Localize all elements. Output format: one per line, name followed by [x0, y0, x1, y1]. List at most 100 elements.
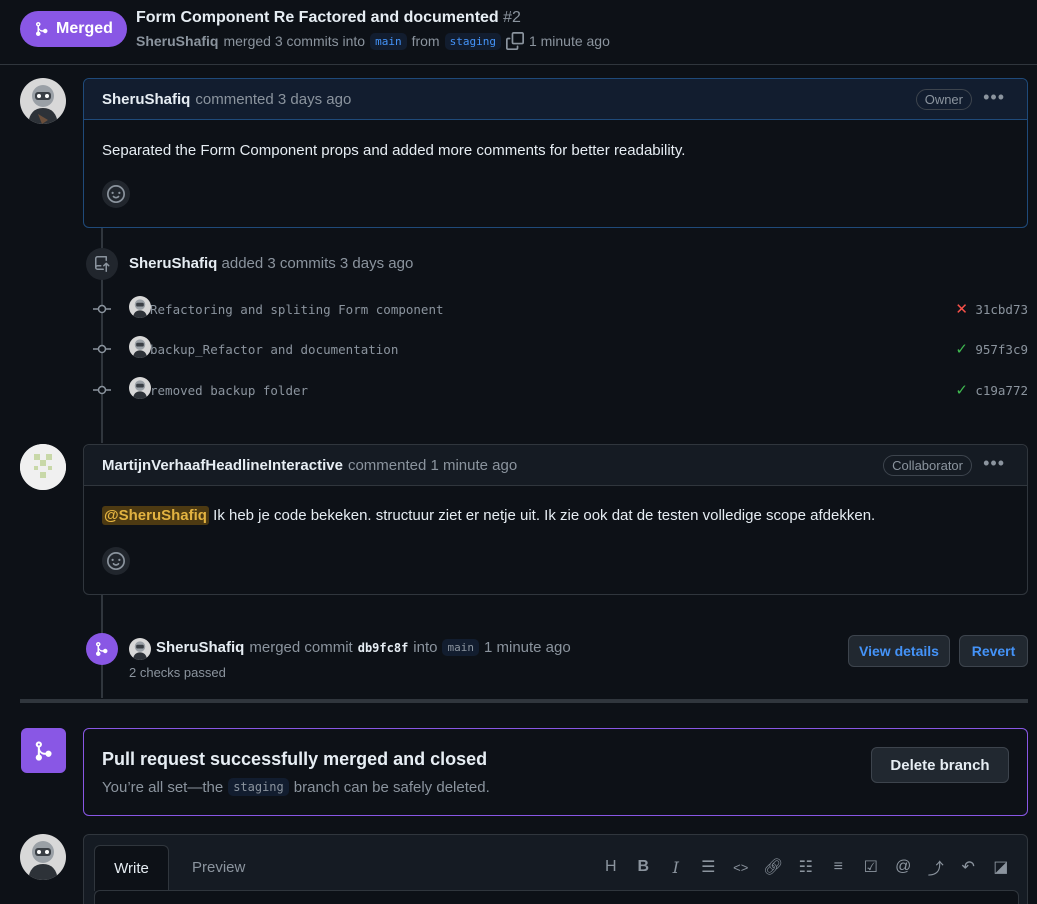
robot-avatar-icon: [20, 78, 66, 124]
merged-status-text-after: branch can be safely deleted.: [293, 778, 490, 796]
repo-push-icon: [95, 256, 110, 272]
view-details-button[interactable]: View details: [848, 635, 950, 667]
pr-merged-text: merged 3 commits into: [223, 33, 366, 49]
robot-avatar-icon: [129, 296, 151, 318]
add-reaction-button[interactable]: [102, 547, 130, 575]
push-event-icon: [86, 248, 118, 280]
avatar[interactable]: [20, 444, 66, 490]
italic-icon[interactable]: I: [660, 855, 693, 879]
ordered-list-icon[interactable]: ≡: [822, 855, 855, 879]
avatar[interactable]: [129, 638, 151, 660]
pr-subtitle: SheruShafiq merged 3 commits into main f…: [136, 32, 610, 50]
merge-event-into: into: [413, 639, 438, 656]
comment-editor: Write Preview H B I ☰ <> 🔗︎ ☷ ≡ ☑ @ ⤴ ↶ …: [83, 834, 1028, 904]
commit-sha[interactable]: 31cbd73: [975, 302, 1028, 317]
commit-row: removed backup folder ✓ c19a772: [92, 378, 1028, 402]
commit-sha[interactable]: c19a772: [975, 383, 1028, 398]
merged-state-icon: [21, 728, 66, 773]
merge-icon: [36, 22, 48, 37]
comment-card: MartijnVerhaafHeadlineInteractive commen…: [83, 444, 1028, 595]
owner-badge: Owner: [915, 89, 972, 110]
avatar[interactable]: [129, 296, 151, 318]
comment-card: SheruShafiq commented 3 days ago Owner •…: [83, 78, 1028, 228]
head-branch-label[interactable]: staging: [228, 778, 289, 796]
commit-message[interactable]: removed backup folder: [150, 383, 308, 398]
link-icon[interactable]: 🔗︎: [757, 855, 790, 879]
pr-title: Form Component Re Factored and documente…: [136, 9, 521, 27]
commits-event-text: SheruShafiq added 3 commits 3 days ago: [129, 255, 413, 272]
tab-preview[interactable]: Preview: [192, 859, 245, 876]
merge-event-author[interactable]: SheruShafiq: [156, 639, 244, 656]
collaborator-badge: Collaborator: [883, 455, 972, 476]
commit-node-icon: [92, 344, 112, 354]
merge-icon: [35, 740, 52, 761]
avatar[interactable]: [129, 336, 151, 358]
more-options-icon[interactable]: •••: [983, 453, 1005, 474]
commit-message[interactable]: backup_Refactor and documentation: [150, 342, 398, 357]
merged-status-text: You’re all set—the staging branch can be…: [102, 778, 490, 796]
merged-status-label: Merged: [56, 20, 113, 37]
commits-event-author[interactable]: SheruShafiq: [129, 255, 217, 272]
pr-author-link[interactable]: SheruShafiq: [136, 33, 218, 49]
merge-target-branch[interactable]: main: [442, 639, 479, 656]
checks-passed-text[interactable]: 2 checks passed: [129, 665, 226, 680]
commit-status-pass-icon[interactable]: ✓: [955, 381, 968, 399]
commit-row: Refactoring and spliting Form component …: [92, 297, 1028, 321]
merged-status-title: Pull request successfully merged and clo…: [102, 749, 488, 769]
comment-author[interactable]: SheruShafiq: [102, 91, 190, 108]
pr-from-text: from: [411, 33, 440, 49]
robot-avatar-icon: [129, 638, 151, 660]
pr-title-text: Form Component Re Factored and documente…: [136, 9, 499, 26]
commit-status-fail-icon[interactable]: ✕: [955, 300, 968, 318]
smiley-icon: [107, 552, 125, 570]
commit-sha[interactable]: 957f3c9: [975, 342, 1028, 357]
add-reaction-button[interactable]: [102, 180, 130, 208]
merge-commit-sha[interactable]: db9fc8f: [358, 641, 409, 655]
comment-meta[interactable]: commented 1 minute ago: [348, 457, 517, 474]
comment-meta[interactable]: commented 3 days ago: [195, 91, 351, 108]
avatar[interactable]: [129, 377, 151, 399]
avatar[interactable]: [20, 78, 66, 124]
reply-icon[interactable]: ↶: [952, 855, 985, 879]
code-icon[interactable]: <>: [725, 855, 758, 879]
merged-status-box: Pull request successfully merged and clo…: [83, 728, 1028, 816]
delete-branch-button[interactable]: Delete branch: [871, 747, 1009, 783]
timeline-divider: [20, 699, 1028, 703]
merge-event-description: merged commit: [249, 639, 353, 656]
bold-icon[interactable]: B: [627, 855, 660, 879]
base-branch-label[interactable]: main: [370, 32, 407, 50]
comment-textarea[interactable]: [94, 890, 1019, 904]
revert-button[interactable]: Revert: [959, 635, 1028, 667]
cross-reference-icon[interactable]: ⤴: [920, 855, 953, 879]
commits-event-description: added 3 commits 3 days ago: [221, 255, 414, 272]
user-mention[interactable]: @SheruShafiq: [102, 506, 209, 525]
commit-node-icon: [92, 385, 112, 395]
robot-avatar-icon: [20, 834, 66, 880]
comment-header: SheruShafiq commented 3 days ago Owner •…: [84, 79, 1027, 120]
more-options-icon[interactable]: •••: [983, 87, 1005, 108]
robot-avatar-icon: [129, 377, 151, 399]
identicon-avatar-icon: [20, 444, 66, 490]
heading-icon[interactable]: H: [595, 855, 628, 879]
unordered-list-icon[interactable]: ☷: [790, 855, 823, 879]
mention-icon[interactable]: @: [887, 855, 920, 879]
avatar[interactable]: [20, 834, 66, 880]
comment-author[interactable]: MartijnVerhaafHeadlineInteractive: [102, 457, 343, 474]
comment-text: Ik heb je code bekeken. structuur ziet e…: [208, 507, 876, 524]
copy-icon[interactable]: [505, 32, 524, 50]
task-list-icon[interactable]: ☑: [855, 855, 888, 879]
commit-message[interactable]: Refactoring and spliting Form component: [150, 302, 444, 317]
quote-icon[interactable]: ☰: [692, 855, 725, 879]
slash-commands-icon[interactable]: ◪: [985, 855, 1018, 879]
merge-event-text: SheruShafiq merged commit db9fc8f into m…: [156, 639, 571, 656]
merged-status-badge: Merged: [20, 11, 127, 47]
tab-write[interactable]: Write: [94, 845, 169, 891]
merge-event-time[interactable]: 1 minute ago: [484, 639, 571, 656]
pr-header: Merged Form Component Re Factored and do…: [0, 0, 1037, 65]
smiley-icon: [107, 185, 125, 203]
commit-node-icon: [92, 304, 112, 314]
head-branch-label[interactable]: staging: [444, 32, 501, 50]
comment-body: @SheruShafiq Ik heb je code bekeken. str…: [84, 486, 1027, 525]
commit-status-pass-icon[interactable]: ✓: [955, 340, 968, 358]
markdown-toolbar: H B I ☰ <> 🔗︎ ☷ ≡ ☑ @ ⤴ ↶ ◪: [595, 855, 1018, 879]
